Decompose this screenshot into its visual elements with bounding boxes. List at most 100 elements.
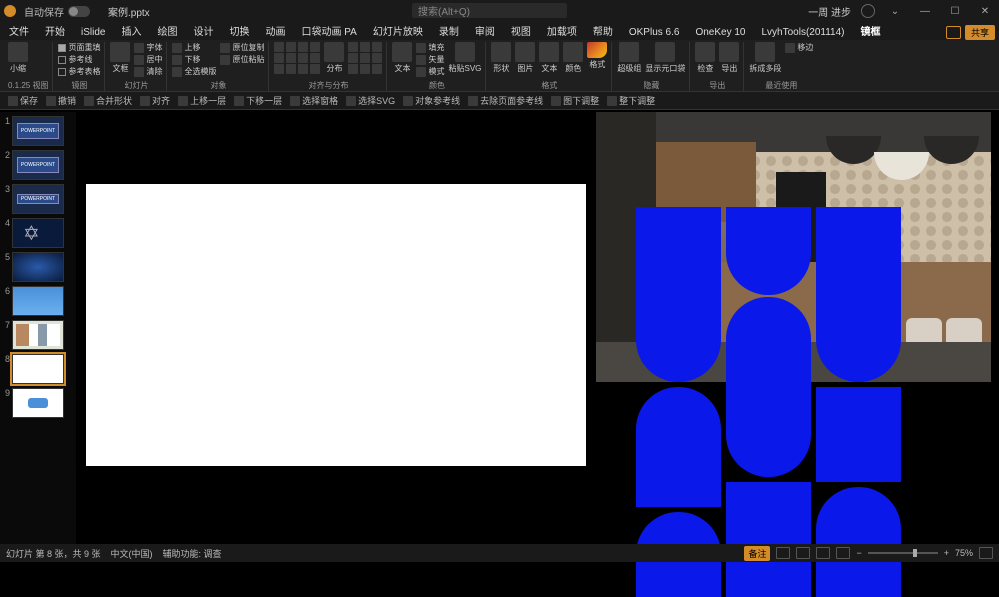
- menu-onekey[interactable]: OneKey 10: [690, 25, 750, 40]
- inspect-button[interactable]: 检查: [695, 42, 715, 74]
- language-indicator[interactable]: 中文(中国): [111, 547, 153, 560]
- align-icon[interactable]: [298, 53, 308, 63]
- menu-okplus[interactable]: OKPlus 6.6: [624, 25, 685, 40]
- qa-layer-up[interactable]: 上移一层: [178, 94, 226, 107]
- qa-undo[interactable]: 撤销: [46, 94, 76, 107]
- blue-shape-group[interactable]: [636, 207, 906, 597]
- menu-design[interactable]: 设计: [188, 21, 218, 40]
- format-brush-button[interactable]: 格式: [587, 42, 607, 70]
- zoom-level[interactable]: 75%: [955, 548, 973, 558]
- dist-icon[interactable]: [372, 42, 382, 52]
- menu-file[interactable]: 文件: [4, 21, 34, 40]
- zoom-slider[interactable]: [868, 552, 938, 554]
- qa-select-svg[interactable]: 选择SVG: [346, 94, 395, 107]
- menu-review[interactable]: 审阅: [470, 21, 500, 40]
- align-icon[interactable]: [298, 42, 308, 52]
- user-avatar[interactable]: [861, 4, 875, 18]
- move-edge-row[interactable]: 移边: [785, 42, 813, 53]
- slide-thumb-9[interactable]: [12, 388, 64, 418]
- menu-islide[interactable]: iSlide: [76, 25, 110, 40]
- clear-row[interactable]: 清除: [134, 66, 162, 77]
- qa-align[interactable]: 对齐: [140, 94, 170, 107]
- color-button[interactable]: 颜色: [563, 42, 583, 74]
- thumbnail-pane[interactable]: 1POWERPOINT 2POWERPOINT 3POWERPOINT 4 5 …: [0, 112, 76, 544]
- minimize-button[interactable]: ―: [915, 1, 935, 21]
- blue-shape[interactable]: [816, 487, 901, 597]
- menu-frame[interactable]: 镜框: [856, 21, 886, 40]
- menu-pa[interactable]: 口袋动画 PA: [296, 21, 361, 40]
- qa-adjust-below[interactable]: 图下调整: [551, 94, 599, 107]
- paste-inplace-row[interactable]: 原位粘贴: [220, 54, 264, 65]
- align-icon[interactable]: [298, 64, 308, 74]
- align-icon[interactable]: [310, 42, 320, 52]
- menu-lvyh[interactable]: LvyhTools(201114): [757, 25, 850, 40]
- textframe-button[interactable]: 文框: [110, 42, 130, 74]
- select-all-row[interactable]: 全选模版: [172, 66, 216, 77]
- menu-animation[interactable]: 动画: [260, 21, 290, 40]
- check-page-fill[interactable]: 页面重填: [58, 42, 100, 53]
- menu-home[interactable]: 开始: [40, 21, 70, 40]
- align-icon[interactable]: [274, 53, 284, 63]
- menu-record[interactable]: 录制: [434, 21, 464, 40]
- dist-icon[interactable]: [360, 53, 370, 63]
- dist-icon[interactable]: [372, 64, 382, 74]
- center-row[interactable]: 居中: [134, 54, 162, 65]
- show-cell-button[interactable]: 显示元口袋: [645, 42, 685, 74]
- dist-icon[interactable]: [360, 64, 370, 74]
- reading-view-icon[interactable]: [816, 547, 830, 559]
- paste-svg-button[interactable]: 粘贴SVG: [448, 42, 481, 74]
- normal-view-icon[interactable]: [776, 547, 790, 559]
- slide-thumb-3[interactable]: POWERPOINT: [12, 184, 64, 214]
- align-icon[interactable]: [286, 53, 296, 63]
- dist-icon[interactable]: [348, 42, 358, 52]
- qa-adjust-all[interactable]: 整下调整: [607, 94, 655, 107]
- blue-shape[interactable]: [636, 207, 721, 382]
- qa-merge[interactable]: 合并形状: [84, 94, 132, 107]
- toggle-switch[interactable]: [68, 6, 90, 17]
- close-button[interactable]: ✕: [975, 1, 995, 21]
- menu-draw[interactable]: 绘图: [152, 21, 182, 40]
- font-row[interactable]: 字体: [134, 42, 162, 53]
- align-icon[interactable]: [286, 64, 296, 74]
- align-icon[interactable]: [274, 64, 284, 74]
- blue-shape[interactable]: [636, 387, 721, 507]
- zoom-out-button[interactable]: −: [856, 548, 861, 558]
- share-button[interactable]: 共享: [965, 25, 995, 40]
- slide-thumb-7[interactable]: [12, 320, 64, 350]
- align-icon[interactable]: [310, 64, 320, 74]
- dist-icon[interactable]: [348, 64, 358, 74]
- mode-row[interactable]: 模式: [416, 66, 444, 77]
- search-input[interactable]: 搜索(Alt+Q): [412, 3, 567, 18]
- check-ref-grid[interactable]: 参考表格: [58, 66, 100, 77]
- user-name[interactable]: 一周 进步: [808, 4, 851, 19]
- maximize-button[interactable]: ☐: [945, 1, 965, 21]
- blue-shape[interactable]: [726, 482, 811, 597]
- slide-thumb-5[interactable]: [12, 252, 64, 282]
- check-guides[interactable]: 参考线: [58, 54, 100, 65]
- fill-row[interactable]: 填充: [416, 42, 444, 53]
- image-button[interactable]: 图片: [515, 42, 535, 74]
- accessibility-status[interactable]: 辅助功能: 调查: [163, 547, 222, 560]
- menu-help[interactable]: 帮助: [588, 21, 618, 40]
- shape-button[interactable]: 形状: [491, 42, 511, 74]
- sorter-view-icon[interactable]: [796, 547, 810, 559]
- record-button[interactable]: [946, 26, 961, 39]
- zoom-button[interactable]: 小缩: [8, 42, 28, 74]
- slide-thumb-4[interactable]: [12, 218, 64, 248]
- menu-slideshow[interactable]: 幻灯片放映: [368, 21, 428, 40]
- slide-thumb-2[interactable]: POWERPOINT: [12, 150, 64, 180]
- menu-insert[interactable]: 插入: [116, 21, 146, 40]
- slide-thumb-1[interactable]: POWERPOINT: [12, 116, 64, 146]
- super-group-button[interactable]: 超级组: [617, 42, 641, 74]
- export-button[interactable]: 导出: [719, 42, 739, 74]
- distribute-button[interactable]: 分布: [324, 42, 344, 74]
- zoom-in-button[interactable]: +: [944, 548, 949, 558]
- slide-canvas-area[interactable]: [76, 112, 999, 544]
- dup-inplace-row[interactable]: 原位复制: [220, 42, 264, 53]
- align-icon[interactable]: [310, 53, 320, 63]
- qa-layer-down[interactable]: 下移一层: [234, 94, 282, 107]
- vector-row[interactable]: 矢量: [416, 54, 444, 65]
- menu-view[interactable]: 视图: [506, 21, 536, 40]
- slide-thumb-8[interactable]: [12, 354, 64, 384]
- blue-shape[interactable]: [726, 297, 811, 477]
